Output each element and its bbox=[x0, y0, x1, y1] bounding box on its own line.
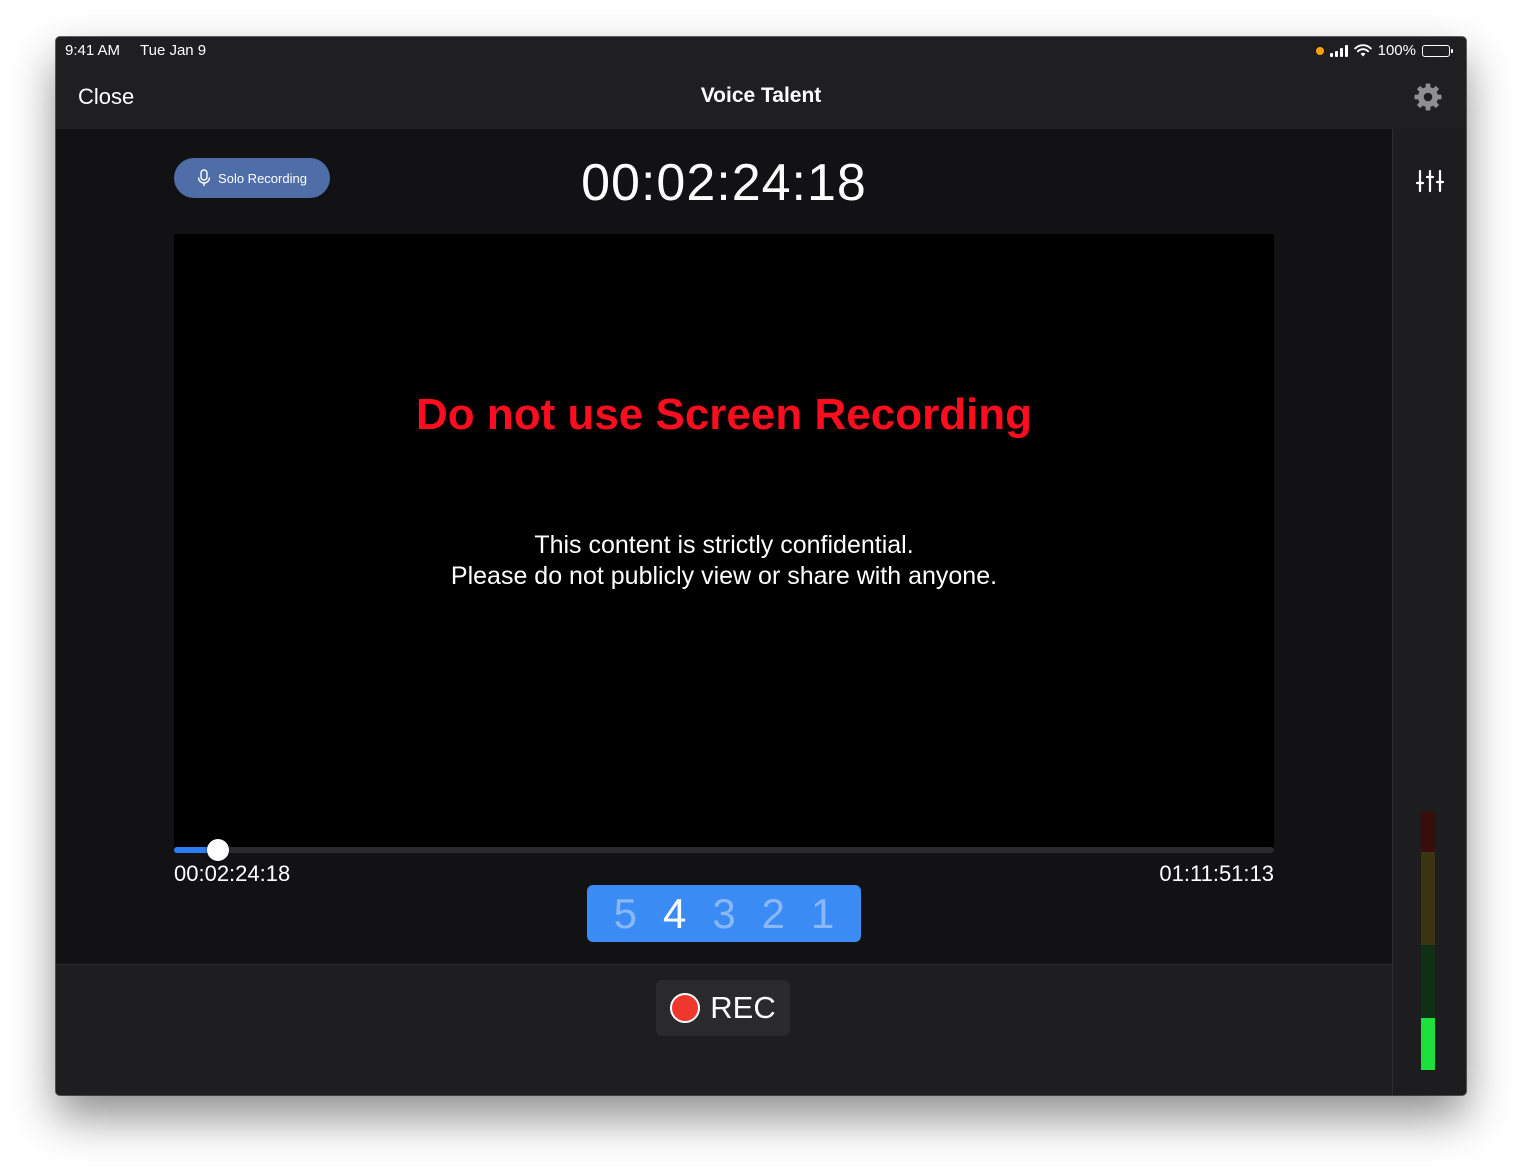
cellular-signal-icon bbox=[1329, 44, 1348, 57]
battery-percent: 100% bbox=[1377, 42, 1416, 59]
record-toolbar: REC bbox=[56, 964, 1392, 1050]
meter-safe-zone bbox=[1421, 945, 1435, 1070]
meter-level-fill bbox=[1421, 1018, 1435, 1070]
page-title: Voice Talent bbox=[700, 84, 822, 107]
countdown-indicator: 54321 bbox=[587, 885, 861, 942]
record-button[interactable]: REC bbox=[656, 980, 790, 1036]
countdown-digit: 1 bbox=[811, 889, 835, 937]
confidential-line-1: This content is strictly confidential. bbox=[534, 531, 914, 559]
navigation-bar: Close Voice Talent bbox=[56, 65, 1466, 130]
current-time: 00:02:24:18 bbox=[174, 861, 291, 886]
total-duration: 01:11:51:13 bbox=[1159, 861, 1274, 886]
countdown-digit: 2 bbox=[761, 889, 786, 937]
video-player[interactable]: Do not use Screen Recording This content… bbox=[174, 234, 1274, 849]
scrubber-handle[interactable] bbox=[207, 839, 229, 861]
screen-recording-warning: Do not use Screen Recording bbox=[415, 390, 1033, 439]
mic-in-use-indicator bbox=[1315, 46, 1324, 55]
status-time: 9:41 AM bbox=[65, 42, 121, 59]
battery-icon bbox=[1422, 44, 1453, 57]
timecode-display: 00:02:24:18 bbox=[581, 154, 867, 212]
status-bar: 9:41 AM Tue Jan 9 100% bbox=[56, 37, 1466, 65]
sliders-icon[interactable] bbox=[1415, 167, 1445, 195]
countdown-digit: 3 bbox=[712, 889, 736, 937]
confidential-notice: This content is strictly confidential. P… bbox=[174, 530, 1274, 592]
record-dot-icon bbox=[670, 993, 701, 1023]
countdown-digit: 4 bbox=[662, 889, 687, 937]
audio-level-meter bbox=[1421, 812, 1435, 1070]
status-indicators: 100% bbox=[1315, 42, 1453, 59]
wifi-icon bbox=[1353, 44, 1372, 57]
confidential-line-2: Please do not publicly view or share wit… bbox=[450, 562, 998, 590]
meter-warning-zone bbox=[1421, 852, 1435, 945]
bottom-bar bbox=[56, 1048, 1392, 1095]
ipad-screen: 9:41 AM Tue Jan 9 100% Close Voice Talen… bbox=[56, 37, 1466, 1095]
record-label: REC bbox=[710, 990, 776, 1025]
countdown-digit: 5 bbox=[613, 889, 637, 937]
playback-scrubber[interactable] bbox=[174, 839, 1274, 861]
gear-icon[interactable] bbox=[1413, 82, 1443, 112]
side-panel bbox=[1392, 129, 1466, 1095]
main-area: Solo Recording 00:02:24:18 Do not use Sc… bbox=[56, 129, 1392, 964]
meter-peak-zone bbox=[1421, 812, 1435, 852]
status-date: Tue Jan 9 bbox=[140, 42, 207, 59]
